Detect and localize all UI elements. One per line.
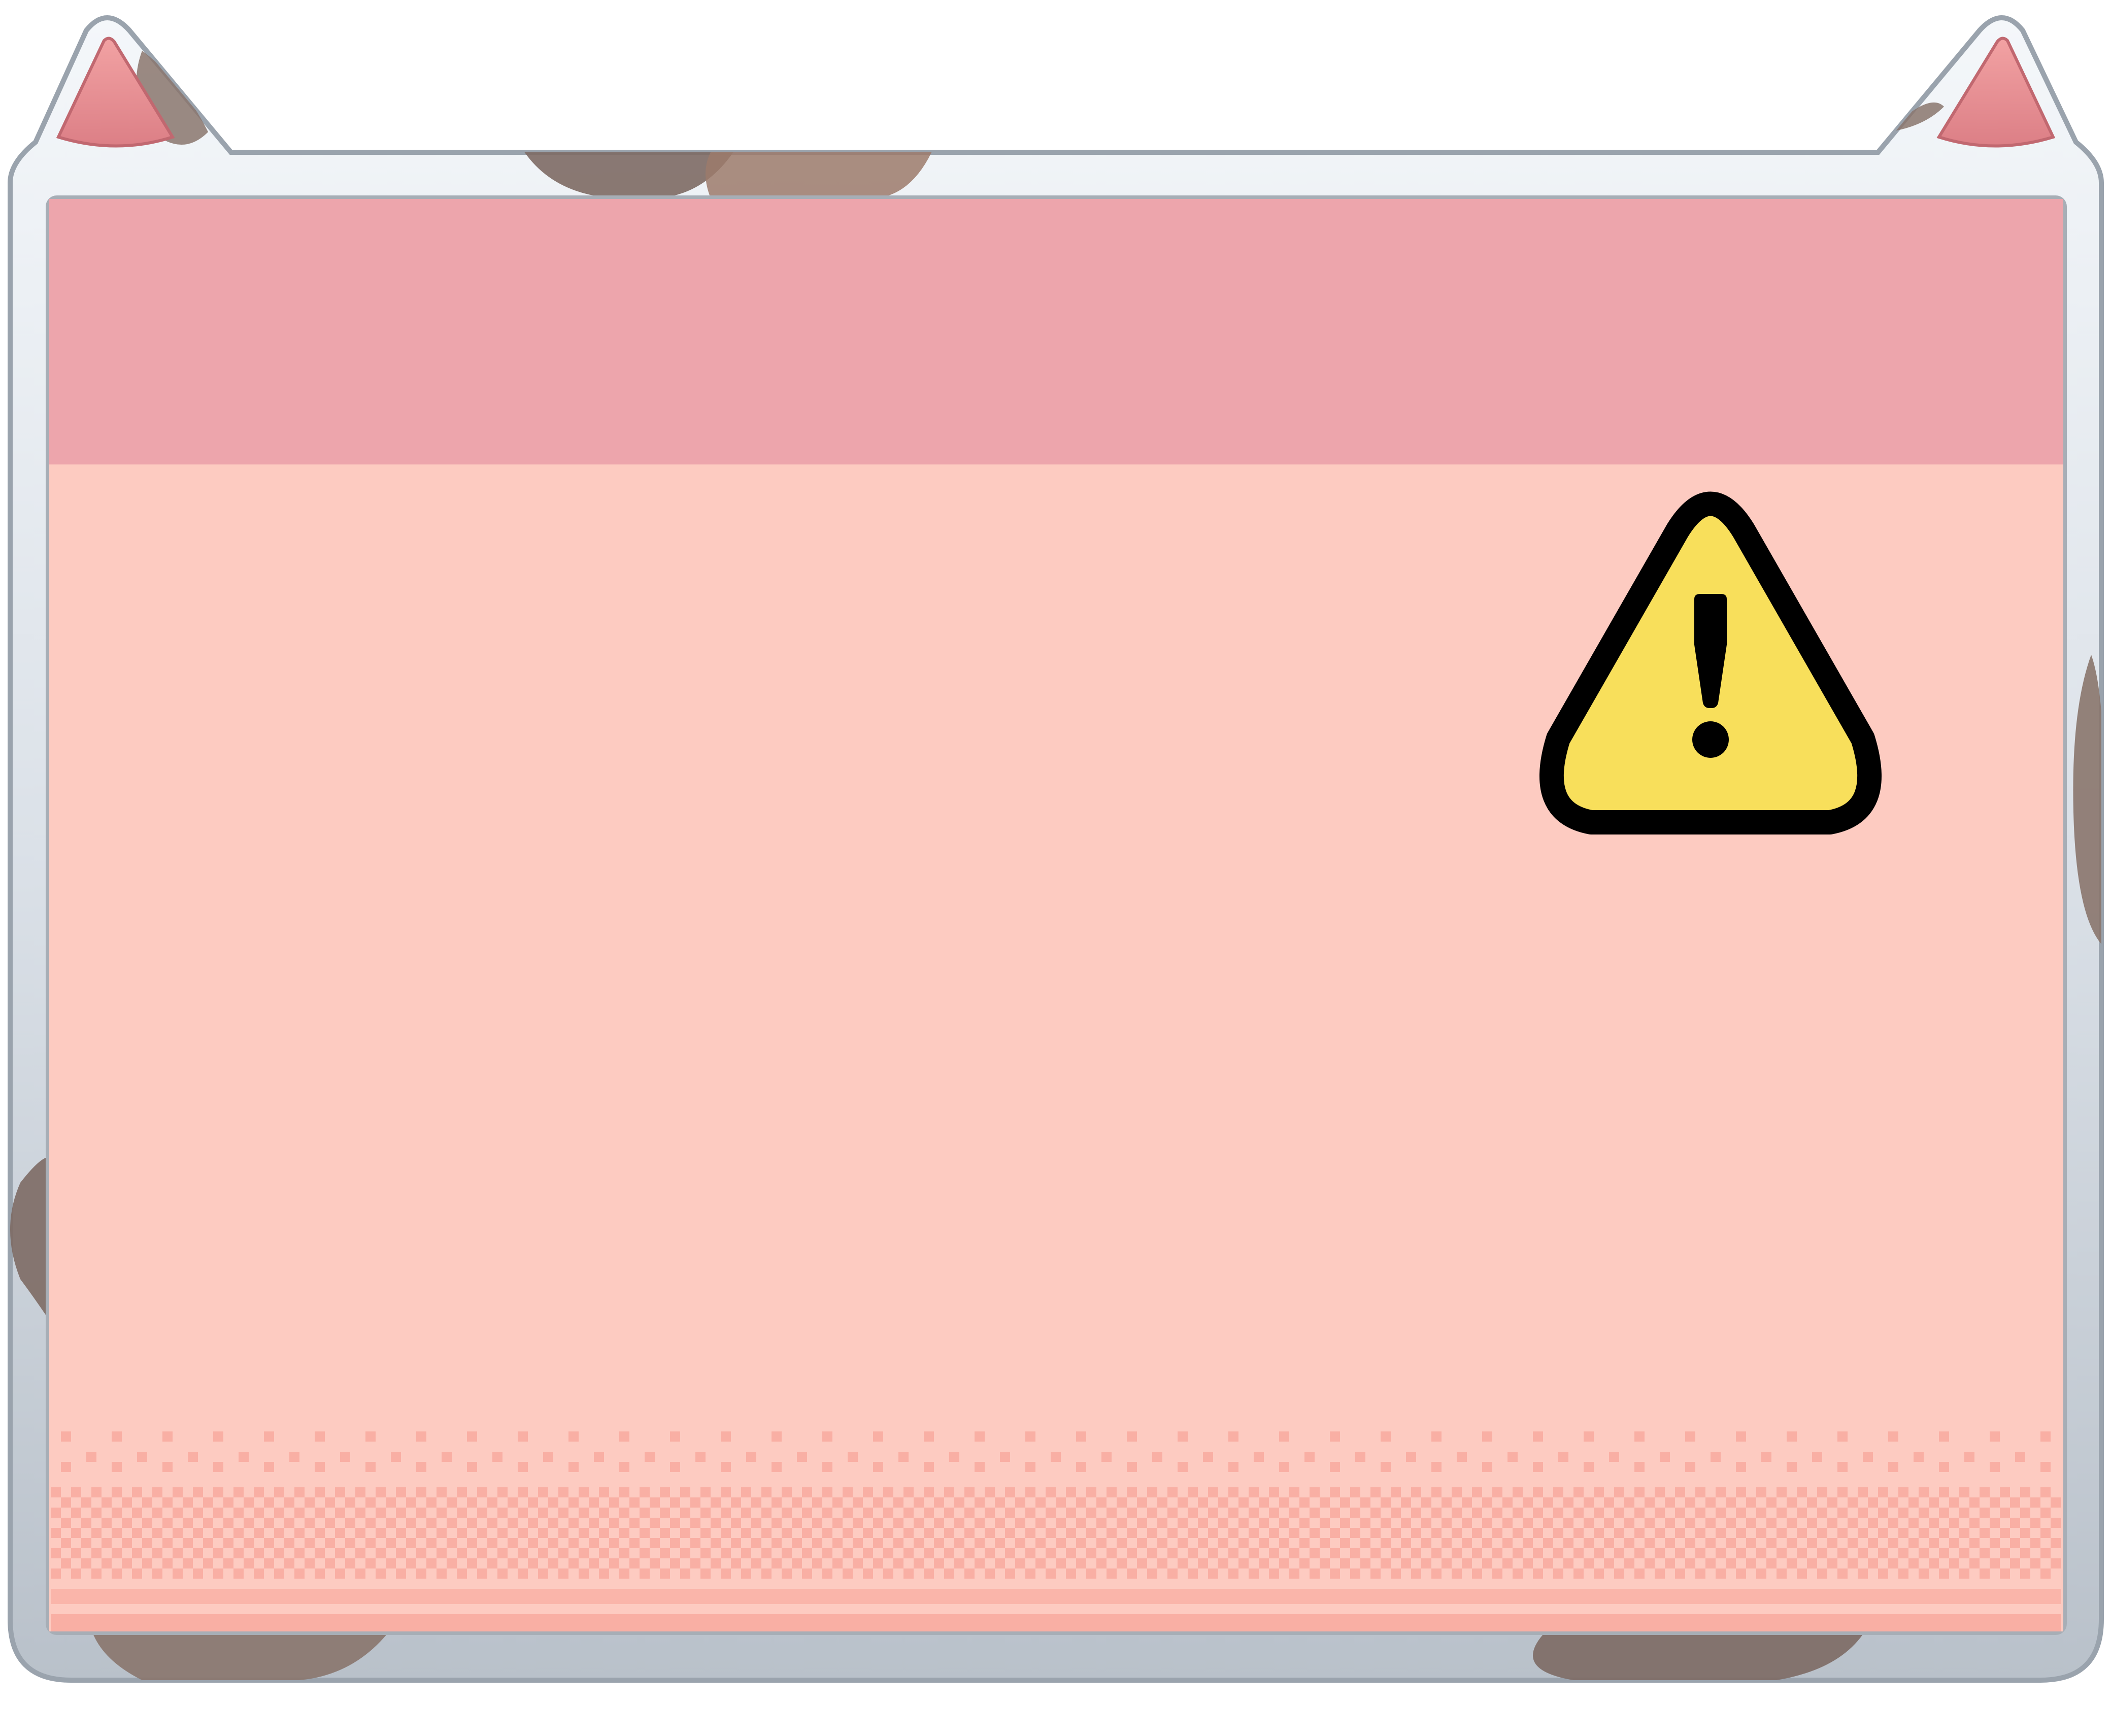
dither-pattern bbox=[51, 1431, 2061, 1631]
dialog-title bbox=[71, 213, 1442, 365]
